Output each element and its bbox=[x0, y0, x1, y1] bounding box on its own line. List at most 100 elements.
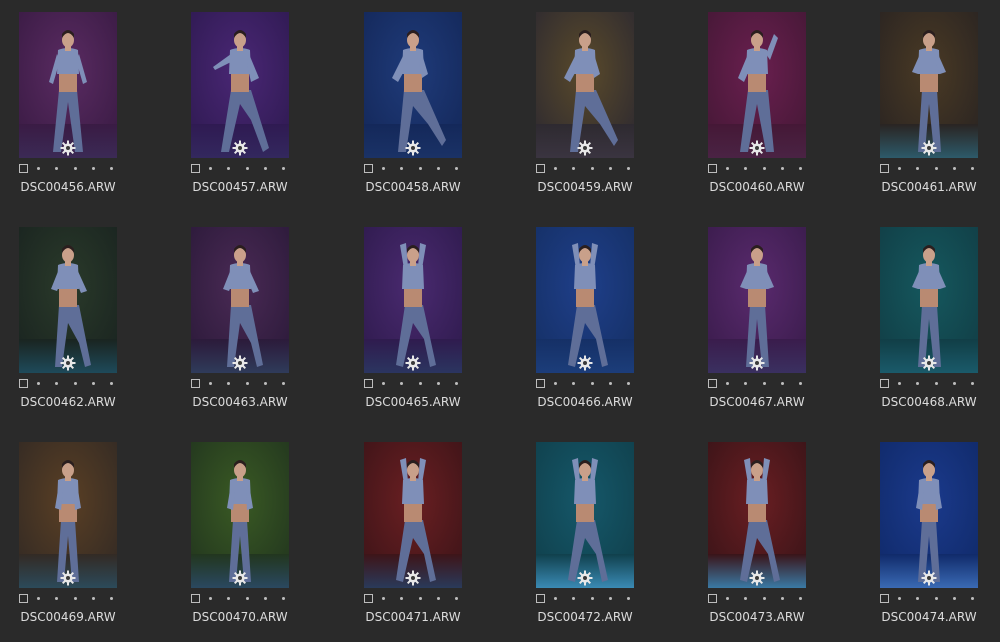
rating-dot[interactable] bbox=[37, 597, 40, 600]
thumbnail-image[interactable] bbox=[191, 227, 289, 373]
rating-dot[interactable] bbox=[726, 597, 729, 600]
rating-dot[interactable] bbox=[282, 382, 285, 385]
rating-dot[interactable] bbox=[382, 382, 385, 385]
rating-dot[interactable] bbox=[744, 382, 748, 385]
rating-dot[interactable] bbox=[418, 597, 422, 600]
rating-dot[interactable] bbox=[55, 167, 59, 170]
checkbox-icon[interactable] bbox=[536, 164, 545, 173]
rating-dot[interactable] bbox=[726, 167, 729, 170]
rating-dot[interactable] bbox=[91, 167, 95, 170]
gear-icon[interactable] bbox=[405, 570, 421, 586]
rating-dot[interactable] bbox=[762, 382, 766, 385]
thumbnail-cell[interactable]: DSC00466.ARW bbox=[536, 227, 686, 427]
thumbnail-image[interactable] bbox=[880, 442, 978, 588]
rating-dot[interactable] bbox=[418, 382, 422, 385]
gear-icon[interactable] bbox=[405, 140, 421, 156]
rating-dot[interactable] bbox=[110, 382, 113, 385]
gear-icon[interactable] bbox=[232, 140, 248, 156]
rating-dot[interactable] bbox=[608, 167, 612, 170]
rating-dot[interactable] bbox=[608, 382, 612, 385]
thumbnail-image[interactable] bbox=[708, 12, 806, 158]
rating-dot[interactable] bbox=[436, 382, 440, 385]
checkbox-icon[interactable] bbox=[708, 379, 717, 388]
gear-icon[interactable] bbox=[577, 570, 593, 586]
rating-dot[interactable] bbox=[418, 167, 422, 170]
checkbox-icon[interactable] bbox=[536, 594, 545, 603]
rating-dot[interactable] bbox=[627, 382, 630, 385]
rating-dot[interactable] bbox=[227, 597, 231, 600]
rating-dot[interactable] bbox=[898, 167, 901, 170]
thumbnail-cell[interactable]: DSC00459.ARW bbox=[536, 12, 686, 212]
rating-dot[interactable] bbox=[400, 597, 404, 600]
rating-dot[interactable] bbox=[455, 382, 458, 385]
rating-dot[interactable] bbox=[91, 597, 95, 600]
checkbox-icon[interactable] bbox=[880, 164, 889, 173]
thumbnail-cell[interactable]: DSC00460.ARW bbox=[708, 12, 858, 212]
rating-dot[interactable] bbox=[916, 167, 920, 170]
rating-dot[interactable] bbox=[282, 597, 285, 600]
thumbnail-image[interactable] bbox=[364, 12, 462, 158]
rating-dot[interactable] bbox=[934, 167, 938, 170]
rating-dot[interactable] bbox=[572, 167, 576, 170]
rating-dot[interactable] bbox=[744, 597, 748, 600]
rating-dot[interactable] bbox=[554, 597, 557, 600]
rating-dot[interactable] bbox=[245, 597, 249, 600]
rating-dot[interactable] bbox=[245, 382, 249, 385]
rating-dot[interactable] bbox=[780, 382, 784, 385]
rating-dot[interactable] bbox=[971, 597, 974, 600]
rating-dot[interactable] bbox=[400, 382, 404, 385]
thumbnail-cell[interactable]: DSC00456.ARW bbox=[19, 12, 169, 212]
thumbnail-cell[interactable]: DSC00469.ARW bbox=[19, 442, 169, 642]
rating-dot[interactable] bbox=[952, 382, 956, 385]
checkbox-icon[interactable] bbox=[364, 379, 373, 388]
checkbox-icon[interactable] bbox=[536, 379, 545, 388]
rating-dot[interactable] bbox=[55, 382, 59, 385]
thumbnail-cell[interactable]: DSC00457.ARW bbox=[191, 12, 341, 212]
thumbnail-cell[interactable]: DSC00473.ARW bbox=[708, 442, 858, 642]
gear-icon[interactable] bbox=[749, 355, 765, 371]
rating-dot[interactable] bbox=[554, 167, 557, 170]
thumbnail-image[interactable] bbox=[708, 442, 806, 588]
checkbox-icon[interactable] bbox=[19, 594, 28, 603]
rating-dot[interactable] bbox=[971, 167, 974, 170]
checkbox-icon[interactable] bbox=[191, 594, 200, 603]
rating-dot[interactable] bbox=[627, 597, 630, 600]
gear-icon[interactable] bbox=[60, 140, 76, 156]
thumbnail-image[interactable] bbox=[19, 227, 117, 373]
rating-dot[interactable] bbox=[263, 382, 267, 385]
rating-dot[interactable] bbox=[209, 597, 212, 600]
thumbnail-image[interactable] bbox=[19, 442, 117, 588]
gear-icon[interactable] bbox=[60, 355, 76, 371]
rating-dot[interactable] bbox=[110, 167, 113, 170]
rating-dot[interactable] bbox=[952, 167, 956, 170]
rating-dot[interactable] bbox=[209, 382, 212, 385]
rating-dot[interactable] bbox=[952, 597, 956, 600]
rating-dot[interactable] bbox=[780, 597, 784, 600]
gear-icon[interactable] bbox=[577, 140, 593, 156]
gear-icon[interactable] bbox=[60, 570, 76, 586]
checkbox-icon[interactable] bbox=[191, 164, 200, 173]
thumbnail-cell[interactable]: DSC00474.ARW bbox=[880, 442, 1000, 642]
thumbnail-cell[interactable]: DSC00461.ARW bbox=[880, 12, 1000, 212]
checkbox-icon[interactable] bbox=[708, 164, 717, 173]
rating-dot[interactable] bbox=[455, 597, 458, 600]
checkbox-icon[interactable] bbox=[364, 164, 373, 173]
rating-dot[interactable] bbox=[382, 597, 385, 600]
thumbnail-image[interactable] bbox=[191, 12, 289, 158]
rating-dot[interactable] bbox=[263, 597, 267, 600]
rating-dot[interactable] bbox=[726, 382, 729, 385]
rating-dot[interactable] bbox=[898, 597, 901, 600]
rating-dot[interactable] bbox=[799, 167, 802, 170]
thumbnail-cell[interactable]: DSC00463.ARW bbox=[191, 227, 341, 427]
rating-dot[interactable] bbox=[227, 382, 231, 385]
gear-icon[interactable] bbox=[749, 140, 765, 156]
thumbnail-cell[interactable]: DSC00470.ARW bbox=[191, 442, 341, 642]
rating-dot[interactable] bbox=[590, 167, 594, 170]
checkbox-icon[interactable] bbox=[19, 164, 28, 173]
rating-dot[interactable] bbox=[572, 597, 576, 600]
gear-icon[interactable] bbox=[921, 140, 937, 156]
thumbnail-image[interactable] bbox=[536, 442, 634, 588]
thumbnail-image[interactable] bbox=[19, 12, 117, 158]
rating-dot[interactable] bbox=[436, 167, 440, 170]
rating-dot[interactable] bbox=[263, 167, 267, 170]
